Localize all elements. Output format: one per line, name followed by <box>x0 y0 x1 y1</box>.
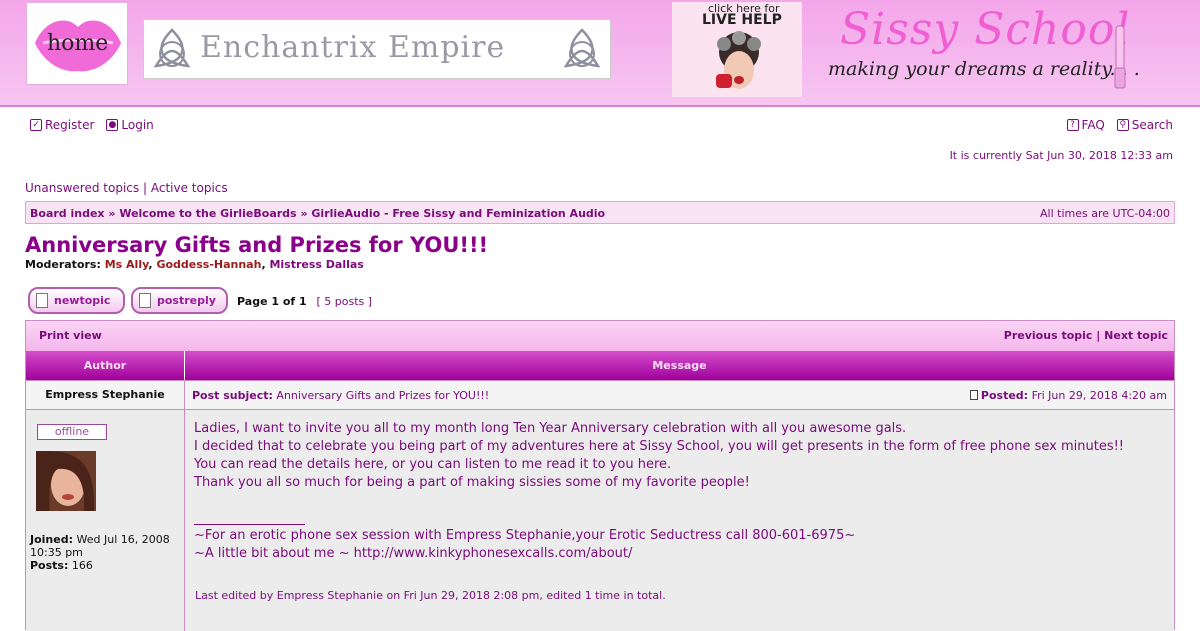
print-view-link[interactable]: Print view <box>39 329 102 342</box>
page-number: Page 1 of 1 <box>237 295 307 308</box>
post-subject-label: Post subject: <box>192 389 273 402</box>
post-subject: Post subject: Anniversary Gifts and Priz… <box>192 389 489 402</box>
login-label: Login <box>121 118 154 132</box>
register-link[interactable]: ✓ Register <box>30 118 94 132</box>
search-link[interactable]: ⚲ Search <box>1116 118 1173 132</box>
timezone-note: All times are UTC-04:00 <box>1040 207 1170 220</box>
post-text-line: You can read the details here, or you ca… <box>194 457 672 472</box>
breadcrumb-girlieaudio[interactable]: GirlieAudio - Free Sissy and Feminizatio… <box>311 207 605 220</box>
help-nav: ? FAQ ⚲ Search <box>1066 118 1173 132</box>
moderator-link[interactable]: Mistress Dallas <box>269 258 363 271</box>
login-link[interactable]: ● Login <box>106 118 154 132</box>
topic-toolbar: Print view Previous topic | Next topic <box>26 321 1174 351</box>
posted-date: Fri Jun 29, 2018 4:20 am <box>1031 389 1167 402</box>
home-link[interactable]: home <box>26 2 128 85</box>
post-header-row: Empress Stephanie Post subject: Annivers… <box>26 380 1174 410</box>
active-topics-link[interactable]: Active topics <box>151 181 228 195</box>
post-text-line: I decided that to celebrate you being pa… <box>194 439 1125 454</box>
post-count: [ 5 posts ] <box>316 295 373 308</box>
post-author[interactable]: Empress Stephanie <box>26 381 185 409</box>
author-column-header: Author <box>26 351 185 380</box>
next-topic-link[interactable]: Next topic <box>1104 329 1168 342</box>
phone-lady-icon <box>716 31 761 89</box>
home-label: home <box>47 31 109 56</box>
new-topic-label: newtopic <box>54 294 111 307</box>
faq-icon: ? <box>1066 119 1079 131</box>
faq-link[interactable]: ? FAQ <box>1066 118 1105 132</box>
user-info: Joined: Wed Jul 16, 2008 10:35 pm Posts:… <box>30 533 184 572</box>
joined-label: Joined: <box>30 533 73 546</box>
new-topic-button[interactable]: newtopic <box>28 287 125 314</box>
topic-title[interactable]: Anniversary Gifts and Prizes for YOU!!! <box>25 233 488 257</box>
signature-divider <box>194 524 305 525</box>
search-icon: ⚲ <box>1116 119 1129 131</box>
post-reply-label: postreply <box>157 294 216 307</box>
topic-navigation: Previous topic | Next topic <box>1004 329 1168 342</box>
faq-label: FAQ <box>1081 118 1105 132</box>
quicklinks: Unanswered topics | Active topics <box>25 181 228 195</box>
register-icon: ✓ <box>30 119 42 131</box>
site-tagline: making your dreams a reality. . . <box>828 58 1140 80</box>
online-status-badge: offline <box>37 424 107 440</box>
breadcrumb-separator: » <box>300 207 308 220</box>
unanswered-topics-link[interactable]: Unanswered topics <box>25 181 139 195</box>
post-reply-button[interactable]: postreply <box>131 287 228 314</box>
moderator-link[interactable]: Ms Ally <box>105 258 149 271</box>
breadcrumb-bar: Board index » Welcome to the GirlieBoard… <box>25 201 1175 224</box>
live-help-banner[interactable]: click here for LIVE HELP <box>672 2 802 97</box>
post-link-icon[interactable] <box>969 390 978 400</box>
page-icon <box>36 293 48 308</box>
empire-banner[interactable]: Enchantrix Empire <box>143 19 611 79</box>
toolbar-separator: | <box>1096 329 1101 342</box>
site-header: home Enchantrix Empire click here for LI… <box>0 0 1200 107</box>
search-label: Search <box>1131 118 1173 132</box>
moderators-label: Moderators: <box>25 258 101 271</box>
post-content: Ladies, I want to invite you all to my m… <box>194 420 1164 563</box>
breadcrumb-separator: » <box>108 207 116 220</box>
signature-link[interactable]: ~A little bit about me ~ http://www.kink… <box>194 545 1164 563</box>
moderator-link[interactable]: Goddess-Hannah <box>156 258 261 271</box>
post-body-row: offline Joined: Wed Jul 16, 2008 10:35 p… <box>26 410 1174 631</box>
author-profile: offline Joined: Wed Jul 16, 2008 10:35 p… <box>26 410 185 631</box>
post-subject-link[interactable]: Anniversary Gifts and Prizes for YOU!!! <box>276 389 489 402</box>
signature-line: ~For an erotic phone sex session with Em… <box>194 528 856 543</box>
posts-label: Posts: <box>30 559 69 572</box>
triquetra-icon <box>563 28 601 68</box>
moderators: Moderators: Ms Ally, Goddess-Hannah, Mis… <box>25 258 364 271</box>
edited-note: Last edited by Empress Stephanie on Fri … <box>195 589 666 602</box>
message-column-header: Message <box>652 359 707 372</box>
posts-count: 166 <box>71 559 93 572</box>
breadcrumb-board-index[interactable]: Board index <box>30 207 105 220</box>
lipstick-icon <box>1114 25 1126 89</box>
live-help-big: LIVE HELP <box>702 12 782 28</box>
register-label: Register <box>45 118 95 132</box>
triquetra-icon <box>153 28 191 68</box>
topic-table: Print view Previous topic | Next topic A… <box>25 320 1175 631</box>
posted-label: Posted: <box>980 389 1029 402</box>
site-title: Sissy School <box>840 4 1131 55</box>
login-icon: ● <box>106 119 119 131</box>
post-text-line: Thank you all so much for being a part o… <box>194 475 750 490</box>
user-nav: ✓ Register ● Login <box>30 118 162 132</box>
breadcrumb-girlieboards[interactable]: Welcome to the GirlieBoards <box>119 207 296 220</box>
page-icon <box>139 293 151 308</box>
post-date: Posted: Fri Jun 29, 2018 4:20 am <box>969 389 1167 402</box>
pagination: Page 1 of 1 [ 5 posts ] <box>237 295 372 308</box>
empire-title: Enchantrix Empire <box>200 30 506 65</box>
avatar[interactable] <box>36 451 96 511</box>
quicklinks-separator: | <box>142 181 148 195</box>
post-text-line: Ladies, I want to invite you all to my m… <box>194 421 907 436</box>
current-time: It is currently Sat Jun 30, 2018 12:33 a… <box>949 149 1173 162</box>
breadcrumb: Board index » Welcome to the GirlieBoard… <box>30 207 605 220</box>
table-header: Author Message <box>26 351 1174 380</box>
previous-topic-link[interactable]: Previous topic <box>1004 329 1093 342</box>
